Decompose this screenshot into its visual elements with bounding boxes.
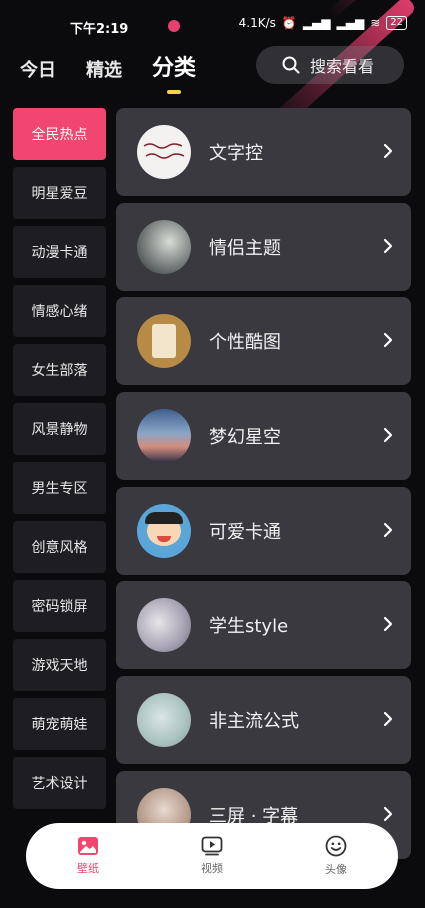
status-bar: 下午2:19 4.1K/s ⏰ ▂▄▆ ▂▄▆ ≋ 22 [0, 10, 425, 40]
category-card[interactable]: 个性酷图 [116, 297, 411, 386]
chevron-right-icon [383, 806, 393, 821]
status-time: 下午2:19 [70, 22, 129, 37]
sidebar-item-celebrity[interactable]: 明星爱豆 [13, 167, 106, 219]
chevron-right-icon [383, 522, 393, 537]
sidebar-item-emotion[interactable]: 情感心绪 [13, 285, 106, 337]
nav-label: 壁纸 [77, 862, 99, 875]
category-label: 文字控 [209, 143, 263, 164]
chevron-right-icon [383, 617, 393, 632]
category-card[interactable]: 情侣主题 [116, 202, 411, 291]
nav-wallpaper[interactable]: 壁纸 [48, 836, 128, 876]
category-sidebar: 全民热点 明星爱豆 动漫卡通 情感心绪 女生部落 风景静物 男生专区 创意风格 … [13, 108, 106, 816]
category-card[interactable]: 可爱卡通 [116, 486, 411, 575]
sidebar-item-anime[interactable]: 动漫卡通 [13, 226, 106, 278]
nav-label: 视频 [201, 862, 223, 875]
smiley-icon [325, 835, 347, 857]
category-label: 非主流公式 [209, 711, 299, 733]
sidebar-item-art[interactable]: 艺术设计 [13, 757, 106, 809]
sidebar-item-boys[interactable]: 男生专区 [13, 462, 106, 514]
category-label: 可爱卡通 [209, 521, 281, 543]
signal-icon: ▂▄▆ [302, 16, 331, 30]
status-icons: 4.1K/s ⏰ ▂▄▆ ▂▄▆ ≋ 22 [239, 16, 407, 30]
category-thumbnail [137, 314, 191, 369]
top-tabs: 今日 精选 分类 [20, 50, 196, 94]
chevron-right-icon [383, 427, 393, 443]
category-label: 梦幻星空 [209, 427, 281, 449]
category-label: 情侣主题 [209, 237, 281, 259]
category-thumbnail [137, 409, 191, 464]
chevron-right-icon [383, 238, 393, 253]
category-card[interactable]: 学生style [116, 581, 411, 670]
category-thumbnail [137, 598, 191, 653]
search-icon [282, 56, 300, 74]
nav-avatar[interactable]: 头像 [296, 835, 376, 877]
video-icon [201, 836, 223, 856]
category-thumbnail [137, 693, 191, 748]
signal-icon-2: ▂▄▆ [336, 16, 365, 30]
net-speed: 4.1K/s [238, 16, 276, 30]
battery-icon: 22 [386, 16, 407, 30]
chevron-right-icon [383, 333, 393, 348]
sidebar-item-games[interactable]: 游戏天地 [13, 639, 106, 691]
chevron-right-icon [383, 143, 393, 159]
search-button[interactable]: 搜索看看 [256, 46, 404, 84]
wifi-icon: ≋ [370, 16, 381, 30]
category-thumbnail [137, 503, 191, 558]
sidebar-item-pets[interactable]: 萌宠萌娃 [13, 698, 106, 750]
category-card[interactable]: 非主流公式 [116, 676, 411, 765]
category-label: 学生style [209, 616, 289, 638]
chevron-right-icon [383, 712, 393, 727]
sidebar-item-scenery[interactable]: 风景静物 [13, 403, 106, 455]
category-label: 个性酷图 [209, 332, 281, 354]
sidebar-item-lockscreen[interactable]: 密码锁屏 [13, 580, 106, 632]
sidebar-item-hot[interactable]: 全民热点 [13, 108, 106, 160]
nav-video[interactable]: 视频 [172, 836, 252, 876]
tab-category[interactable]: 分类 [152, 50, 196, 94]
tab-today[interactable]: 今日 [20, 56, 56, 82]
sidebar-item-creative[interactable]: 创意风格 [13, 521, 106, 573]
category-thumbnail [137, 125, 191, 179]
category-card[interactable]: 梦幻星空 [116, 392, 411, 481]
alarm-icon: ⏰ [281, 16, 297, 30]
wallpaper-icon [78, 837, 98, 855]
category-card[interactable]: 文字控 [116, 108, 411, 196]
bottom-navigation: 壁纸 视频 头像 [26, 823, 398, 889]
category-list: 文字控 情侣主题 个性酷图 梦幻星空 可爱卡通 学生style 非主流公式 三屏… [116, 108, 411, 866]
category-thumbnail [137, 219, 191, 274]
tab-featured[interactable]: 精选 [86, 56, 122, 82]
search-label: 搜索看看 [310, 57, 375, 76]
nav-label: 头像 [325, 863, 347, 876]
sidebar-item-girls[interactable]: 女生部落 [13, 344, 106, 396]
